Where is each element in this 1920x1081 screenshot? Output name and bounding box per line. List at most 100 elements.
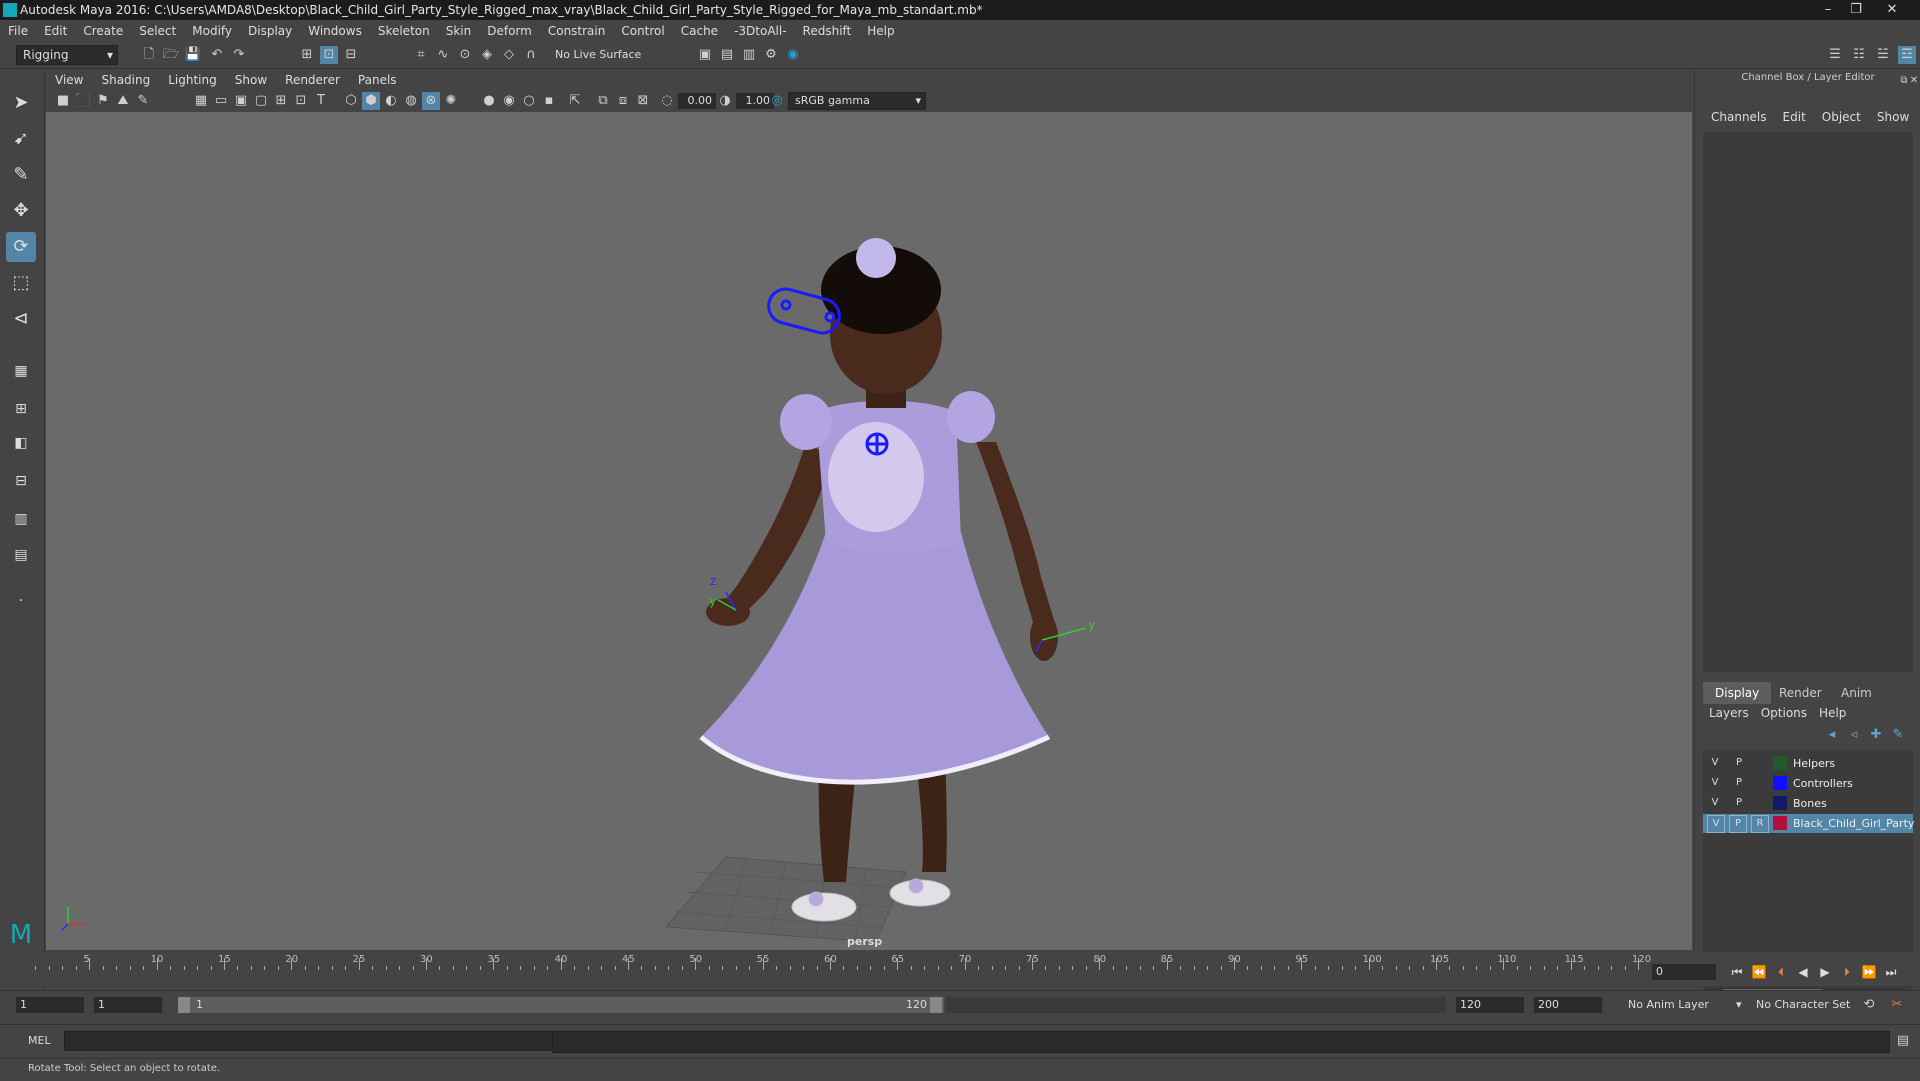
layer-type-toggle[interactable] xyxy=(1753,775,1769,791)
snap-view-icon[interactable]: ◈ xyxy=(478,46,496,64)
persp-outliner-layout-icon[interactable]: ◧ xyxy=(6,428,36,458)
auto-key-icon[interactable]: ⟲ xyxy=(1860,996,1878,1014)
menu-modify[interactable]: Modify xyxy=(184,20,240,42)
resolution-gate-icon[interactable]: ▣ xyxy=(232,92,250,110)
shadows-icon[interactable]: ● xyxy=(480,92,498,110)
cb-menu-object[interactable]: Object xyxy=(1814,110,1869,124)
ipr-render-icon[interactable]: ▥ xyxy=(740,46,758,64)
live-surface-label[interactable]: No Live Surface xyxy=(555,48,641,61)
grid-icon[interactable]: ▦ xyxy=(192,92,210,110)
step-forward-key-icon[interactable]: ⏵ xyxy=(1838,963,1856,981)
panel-menu-renderer[interactable]: Renderer xyxy=(276,70,349,90)
select-component-icon[interactable]: ⊟ xyxy=(342,46,360,64)
maximize-icon[interactable]: ❐ xyxy=(1842,0,1870,20)
snap-grid-icon[interactable]: ⌗ xyxy=(412,46,430,64)
layer-visibility-toggle[interactable]: V xyxy=(1707,795,1723,811)
snap-curve-icon[interactable]: ∿ xyxy=(434,46,452,64)
panel-menu-shading[interactable]: Shading xyxy=(92,70,159,90)
layer-color-swatch[interactable] xyxy=(1773,816,1787,830)
backface-icon[interactable]: ⊠ xyxy=(634,92,652,110)
command-language-label[interactable]: MEL xyxy=(28,1034,51,1047)
exposure-field[interactable]: 0.00 xyxy=(678,93,716,109)
field-chart-icon[interactable]: ⊞ xyxy=(272,92,290,110)
new-layer-icon[interactable]: ✚ xyxy=(1867,726,1885,744)
hypershade-layout-icon[interactable]: ▤ xyxy=(6,540,36,570)
layer-row-controllers[interactable]: V P Controllers xyxy=(1703,774,1913,793)
minimize-icon[interactable]: – xyxy=(1814,0,1842,20)
panel-menu-view[interactable]: View xyxy=(46,70,92,90)
panel-menu-show[interactable]: Show xyxy=(226,70,276,90)
step-forward-icon[interactable]: ⏩ xyxy=(1860,963,1878,981)
isolate-select-icon[interactable]: ⇱ xyxy=(566,92,584,110)
layer-color-swatch[interactable] xyxy=(1773,776,1787,790)
snap-magnet-icon[interactable]: ∩ xyxy=(522,46,540,64)
tab-anim[interactable]: Anim xyxy=(1829,682,1884,704)
play-forward-icon[interactable]: ▶ xyxy=(1816,963,1834,981)
color-management-icon[interactable]: ◎ xyxy=(768,92,786,110)
new-layer-selected-icon[interactable]: ✎ xyxy=(1889,726,1907,744)
menu-display[interactable]: Display xyxy=(240,20,300,42)
channel-box-area[interactable] xyxy=(1703,132,1913,672)
menu-file[interactable]: File xyxy=(0,20,36,42)
layer-playback-toggle[interactable]: P xyxy=(1731,795,1747,811)
close-icon[interactable]: ✕ xyxy=(1878,0,1906,20)
camera-attrs-icon[interactable]: ⬛ xyxy=(74,92,92,110)
menu-help[interactable]: Help xyxy=(859,20,902,42)
render-view-icon[interactable]: ▤ xyxy=(718,46,736,64)
new-scene-icon[interactable]: 🗋 xyxy=(140,46,158,64)
exposure-icon[interactable]: ◌ xyxy=(658,92,676,110)
move-tool-icon[interactable]: ✥ xyxy=(6,196,36,226)
menu-skin[interactable]: Skin xyxy=(438,20,480,42)
xray-icon[interactable]: ⊗ xyxy=(422,92,440,110)
menu-skeleton[interactable]: Skeleton xyxy=(370,20,438,42)
tab-display[interactable]: Display xyxy=(1703,682,1772,704)
persp-graph-layout-icon[interactable]: ⊟ xyxy=(6,466,36,496)
four-view-layout-icon[interactable]: ⊞ xyxy=(6,394,36,424)
open-scene-icon[interactable]: 🗁 xyxy=(162,46,180,64)
playback-prefs-icon[interactable]: ✂ xyxy=(1888,996,1906,1014)
tab-render[interactable]: Render xyxy=(1767,682,1834,704)
layer-row-bones[interactable]: V P Bones xyxy=(1703,794,1913,813)
outliner-layout-icon[interactable]: ▥ xyxy=(6,504,36,534)
default-lighting-icon[interactable]: ◐ xyxy=(382,92,400,110)
custom-layout-icon[interactable]: · xyxy=(6,586,36,616)
render-frame-icon[interactable]: ▣ xyxy=(696,46,714,64)
layer-visibility-toggle[interactable]: V xyxy=(1707,775,1723,791)
layer-color-swatch[interactable] xyxy=(1773,756,1787,770)
snap-surface-icon[interactable]: ◇ xyxy=(500,46,518,64)
layer-menu-options[interactable]: Options xyxy=(1755,706,1813,720)
use-all-lights-icon[interactable]: ✺ xyxy=(442,92,460,110)
image-plane-icon[interactable]: ⛰ xyxy=(114,92,132,110)
playback-end-field[interactable]: 120 xyxy=(1456,997,1524,1013)
move-layer-down-icon[interactable]: ◃ xyxy=(1845,726,1863,744)
layer-type-toggle[interactable] xyxy=(1753,755,1769,771)
scale-tool-icon[interactable]: ⬚ xyxy=(6,268,36,298)
menu-3dtoall[interactable]: -3DtoAll- xyxy=(726,20,794,42)
go-to-start-icon[interactable]: ⏮ xyxy=(1728,963,1746,981)
menu-redshift[interactable]: Redshift xyxy=(795,20,860,42)
character-set-dropdown[interactable]: No Character Set xyxy=(1756,998,1850,1011)
single-view-layout-icon[interactable]: ▦ xyxy=(6,356,36,386)
panel-menu-panels[interactable]: Panels xyxy=(349,70,406,90)
layer-visibility-toggle[interactable]: V xyxy=(1707,815,1725,833)
menu-set-dropdown[interactable]: Rigging ▾ xyxy=(16,45,118,65)
tool-settings-icon[interactable]: ☱ xyxy=(1874,46,1892,64)
menu-select[interactable]: Select xyxy=(131,20,184,42)
motion-blur-icon[interactable]: ○ xyxy=(520,92,538,110)
textured-icon[interactable]: ◍ xyxy=(402,92,420,110)
close-panel-icon[interactable]: ✕ xyxy=(1905,72,1920,90)
xray-joints-icon[interactable]: ⧉ xyxy=(594,92,612,110)
ambient-occlusion-icon[interactable]: ◉ xyxy=(500,92,518,110)
cb-menu-show[interactable]: Show xyxy=(1869,110,1917,124)
save-scene-icon[interactable]: 💾 xyxy=(184,46,202,64)
script-editor-icon[interactable]: ▤ xyxy=(1894,1032,1912,1050)
safe-action-icon[interactable]: ⊡ xyxy=(292,92,310,110)
menu-edit[interactable]: Edit xyxy=(36,20,75,42)
menu-control[interactable]: Control xyxy=(613,20,672,42)
go-to-end-icon[interactable]: ⏭ xyxy=(1882,963,1900,981)
undo-icon[interactable]: ↶ xyxy=(208,46,226,64)
paint-select-icon[interactable]: ✎ xyxy=(6,160,36,190)
view-transform-dropdown[interactable]: sRGB gamma ▾ xyxy=(788,92,926,110)
render-settings-icon[interactable]: ⚙ xyxy=(762,46,780,64)
step-back-icon[interactable]: ⏪ xyxy=(1750,963,1768,981)
